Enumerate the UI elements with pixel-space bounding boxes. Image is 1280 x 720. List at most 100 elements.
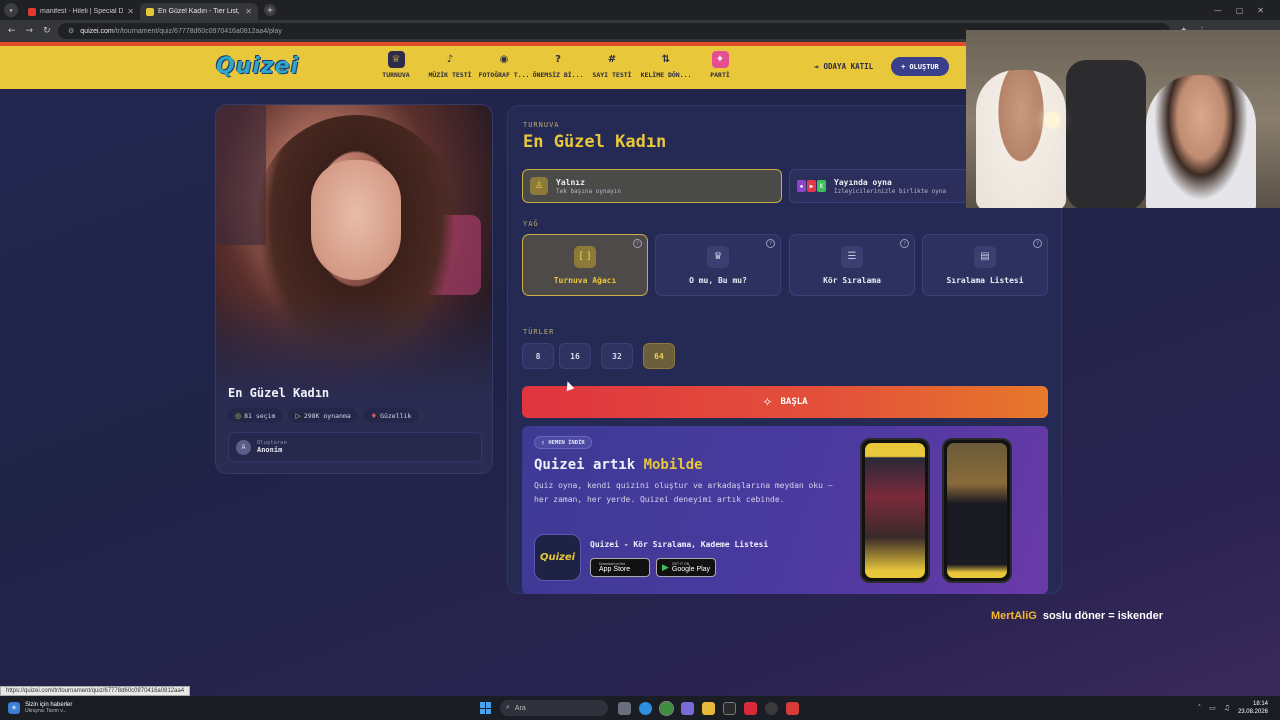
stat-text: Güzellik <box>380 411 412 420</box>
mode-name: Yalnız <box>556 177 585 187</box>
chrome-icon[interactable] <box>659 700 674 716</box>
nav-label: SAYI TESTİ <box>592 71 632 79</box>
browser-tab-active[interactable]: En Güzel Kadın - Tier List, Kör S ✕ <box>140 3 258 20</box>
nav-item-turnuva[interactable]: ♕ TURNUVA <box>370 51 422 79</box>
close-tab-icon[interactable]: ✕ <box>127 7 134 16</box>
maximize-icon[interactable]: ▢ <box>1236 6 1244 15</box>
clock[interactable]: 18:14 23.08.2026 <box>1238 700 1268 716</box>
recording-icon[interactable] <box>786 701 799 715</box>
news-widget[interactable]: ☀ Sizin için haberler Ukrayna: Tarım v..… <box>0 702 480 714</box>
nav-buttons: ← → ↻ <box>0 26 58 36</box>
help-icon[interactable]: ? <box>633 239 642 248</box>
help-icon[interactable]: ? <box>766 239 775 248</box>
task-view-icon[interactable] <box>618 701 631 715</box>
avatar: A <box>236 439 251 455</box>
join-room-button[interactable]: ⇥ ODAYA KATIL <box>814 62 873 71</box>
music-icon: ♪ <box>446 54 454 65</box>
status-bar-url: https://quizei.com/tr/tournament/quiz/67… <box>0 686 191 696</box>
file-explorer-icon[interactable] <box>702 701 715 715</box>
creator-name: Anonim <box>257 446 283 454</box>
discord-icon[interactable] <box>681 701 694 715</box>
mode-desc: İzleyicilerinizle birlikte oyna <box>834 187 946 195</box>
phone-mockup <box>860 438 930 583</box>
nav-item-sayi-testi[interactable]: # SAYI TESTİ <box>586 51 638 79</box>
format-bracket-button[interactable]: ? [ ] Turnuva Ağacı <box>522 234 648 296</box>
phone-mockup <box>942 438 1012 583</box>
tab-title: manifest - Hileli | Special Dance <box>40 8 124 15</box>
windows-taskbar: ☀ Sizin için haberler Ukrayna: Tarım v..… <box>0 696 1280 720</box>
hash-icon: # <box>607 54 617 65</box>
stream-platform-icons: ▪ ▶ K <box>797 180 826 192</box>
close-tab-icon[interactable]: ✕ <box>245 7 252 16</box>
windows-start-icon[interactable] <box>480 702 492 714</box>
format-blind-rank-button[interactable]: ? ☰ Kör Sıralama <box>789 234 915 296</box>
clock-time: 18:14 <box>1252 701 1268 707</box>
size-32-button[interactable]: 32 <box>601 343 633 369</box>
question-icon: ? <box>555 54 561 65</box>
browser-tab[interactable]: manifest - Hileli | Special Dance ✕ <box>22 3 140 20</box>
chevron-up-icon[interactable]: ˄ <box>1198 704 1202 712</box>
search-placeholder: Ara <box>514 704 526 712</box>
nav-item-fotograf[interactable]: ◉ FOTOĞRAF T... <box>478 51 530 79</box>
bracket-icon: [ ] <box>574 245 596 268</box>
format-name: Turnuva Ağacı <box>553 275 617 285</box>
nav-item-onemsiz-bilgi[interactable]: ? ÖNEMSİZ Bİ... <box>532 51 584 79</box>
mode-stream-button[interactable]: ▪ ▶ K Yayında oyna İzleyicilerinizle bir… <box>789 169 969 203</box>
minimize-icon[interactable]: — <box>1214 6 1222 15</box>
phone-icon: ▯ <box>541 439 545 446</box>
close-window-icon[interactable]: ✕ <box>1257 6 1264 15</box>
create-button[interactable]: + OLUŞTUR <box>891 57 949 76</box>
edge-icon[interactable] <box>639 701 652 715</box>
format-tier-list-button[interactable]: ? ▤ Sıralama Listesi <box>922 234 1048 296</box>
size-64-button[interactable]: 64 <box>643 343 675 369</box>
chat-user: MertAliG <box>991 610 1037 622</box>
nav-item-parti[interactable]: ✦ PARTİ <box>694 51 746 79</box>
nav-item-muzik-testi[interactable]: ♪ MÜZİK TESTİ <box>424 51 476 79</box>
forward-icon[interactable]: → <box>26 26 34 36</box>
back-icon[interactable]: ← <box>8 26 16 36</box>
app-store-button[interactable]: Download on the App Store <box>590 558 650 577</box>
help-icon[interactable]: ? <box>900 239 909 248</box>
join-room-label: ODAYA KATIL <box>823 62 874 71</box>
weather-icon: ☀ <box>8 702 20 714</box>
mobile-app-promo: ▯ HEMEN İNDİR Quizei artık Mobilde Quiz … <box>522 426 1048 594</box>
format-name: O mu, Bu mu? <box>689 275 747 285</box>
mode-solo-button[interactable]: ♙ Yalnız Tek başına oynayın <box>522 169 782 203</box>
format-section-label: YAĞ <box>523 220 539 228</box>
play-icon: ▷ <box>295 411 301 420</box>
page-title: En Güzel Kadın <box>523 132 667 152</box>
site-info-icon[interactable]: ⚙ <box>68 27 74 35</box>
trophy-icon: ♕ <box>387 51 405 68</box>
nav-item-kelime[interactable]: ⇅ KELİME DÖN... <box>640 51 692 79</box>
choices-icon: ◎ <box>235 411 242 420</box>
tier-list-icon: ▤ <box>974 245 996 268</box>
format-this-or-that-button[interactable]: ? ♛ O mu, Bu mu? <box>655 234 781 296</box>
stat-category[interactable]: ♦ Güzellik <box>363 408 419 423</box>
google-play-button[interactable]: ▶ GET IT ON Google Play <box>656 558 716 577</box>
quiz-cover-image <box>216 105 492 405</box>
heart-icon: ♦ <box>370 411 378 420</box>
volume-icon[interactable]: ♫ <box>1224 704 1230 712</box>
reload-icon[interactable]: ↻ <box>43 26 51 36</box>
quizei-logo[interactable]: Quizei <box>216 54 299 79</box>
size-16-button[interactable]: 16 <box>559 343 591 369</box>
network-icon[interactable]: ▭ <box>1209 704 1216 712</box>
youtube-icon: ▶ <box>807 180 816 192</box>
new-tab-button[interactable]: + <box>264 4 276 16</box>
terminal-icon[interactable] <box>723 701 736 715</box>
taskbar-search[interactable]: ⌕ Ara <box>500 700 608 716</box>
tab-search-icon[interactable]: ▾ <box>4 3 18 17</box>
sparkles-icon: ✧ <box>762 395 773 409</box>
list-icon: ☰ <box>841 245 863 268</box>
opera-icon[interactable] <box>744 701 757 715</box>
tab-title: En Güzel Kadın - Tier List, Kör S <box>158 8 241 15</box>
obs-icon[interactable] <box>765 701 778 715</box>
help-icon[interactable]: ? <box>1033 239 1042 248</box>
news-subtitle: Ukrayna: Tarım v... <box>25 708 67 714</box>
size-8-button[interactable]: 8 <box>522 343 554 369</box>
nav-label: ÖNEMSİZ Bİ... <box>532 71 584 79</box>
size-section-label: TÜRLER <box>523 328 555 336</box>
start-button[interactable]: ✧ BAŞLA <box>522 386 1048 418</box>
twitch-icon: ▪ <box>797 180 806 192</box>
stat-choices: ◎ 81 seçim <box>228 408 283 423</box>
